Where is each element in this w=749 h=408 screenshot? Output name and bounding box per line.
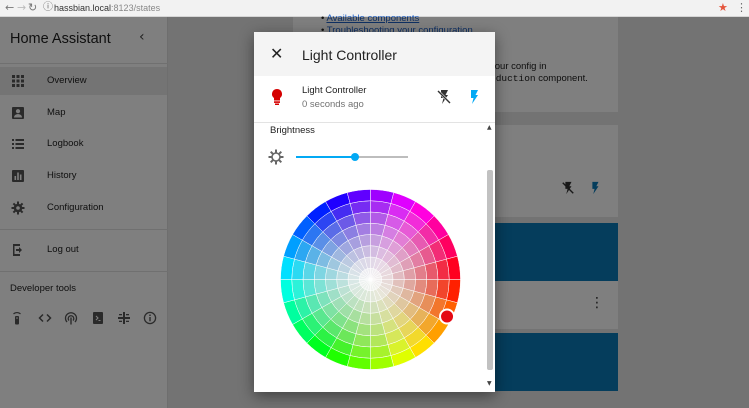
slider-knob[interactable] <box>351 153 360 161</box>
star-icon[interactable]: ★ <box>718 1 728 15</box>
slider-fill <box>296 156 356 158</box>
color-selector-handle[interactable] <box>439 308 456 325</box>
entity-name: Light Controller <box>302 85 367 96</box>
color-segment[interactable] <box>370 322 386 337</box>
dialog-scrollbar[interactable]: ▲ ▼ <box>486 124 494 389</box>
page-info-icon[interactable]: ⓘ <box>43 1 53 15</box>
scrollbar-thumb[interactable] <box>487 170 493 370</box>
lightbulb-icon[interactable] <box>270 88 284 106</box>
close-icon[interactable]: ✕ <box>270 45 283 63</box>
brightness-icon <box>268 149 284 165</box>
color-segment[interactable] <box>313 279 328 295</box>
color-segment[interactable] <box>352 211 371 226</box>
dialog-title: Light Controller <box>302 47 397 63</box>
flash-icon[interactable] <box>466 89 482 105</box>
arrow-right-icon[interactable]: → <box>17 1 26 15</box>
entity-row: Light Controller 0 seconds ago <box>254 76 495 123</box>
url-path: :8123/states <box>111 3 161 13</box>
color-segment[interactable] <box>413 264 428 280</box>
color-segment[interactable] <box>370 333 389 348</box>
color-segment[interactable] <box>302 279 317 298</box>
flash-off-icon[interactable] <box>436 89 452 105</box>
reload-icon[interactable]: ↻ <box>28 1 37 15</box>
arrow-left-icon[interactable]: ← <box>5 1 14 15</box>
url-host: hassbian.local <box>54 3 112 13</box>
dialog-header: ✕ Light Controller <box>254 32 495 76</box>
color-segment[interactable] <box>424 261 439 280</box>
brightness-label: Brightness <box>270 125 315 136</box>
browser-menu-icon[interactable]: ⋮ <box>736 1 747 15</box>
scroll-up-arrow-icon[interactable]: ▲ <box>487 124 492 131</box>
color-segment[interactable] <box>355 222 371 237</box>
color-wheel[interactable] <box>278 187 463 372</box>
entity-last-changed: 0 seconds ago <box>302 99 364 110</box>
brightness-slider[interactable] <box>296 150 408 164</box>
scroll-down-arrow-icon[interactable]: ▼ <box>487 380 492 387</box>
more-info-dialog: ✕ Light Controller Light Controller 0 se… <box>254 32 495 392</box>
